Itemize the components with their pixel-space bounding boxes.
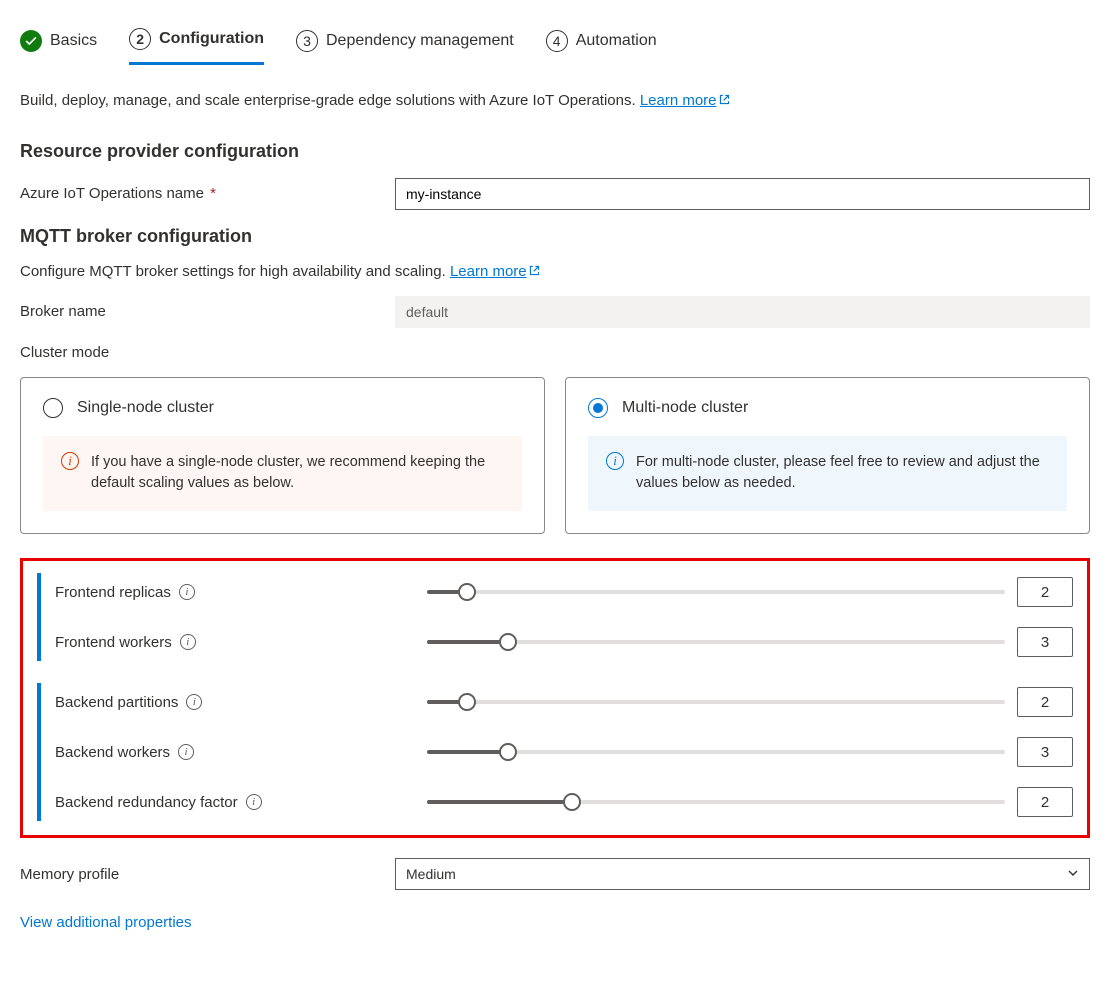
- info-icon[interactable]: i: [178, 744, 194, 760]
- multi-node-note: i For multi-node cluster, please feel fr…: [588, 436, 1067, 512]
- backend-redundancy-value[interactable]: 2: [1017, 787, 1073, 817]
- slider-label: Backend workers: [55, 744, 170, 761]
- frontend-workers-value[interactable]: 3: [1017, 627, 1073, 657]
- single-node-note: i If you have a single-node cluster, we …: [43, 436, 522, 512]
- frontend-replicas-row: Frontend replicas i 2: [55, 577, 1073, 607]
- multi-node-card[interactable]: Multi-node cluster i For multi-node clus…: [565, 377, 1090, 535]
- single-node-card[interactable]: Single-node cluster i If you have a sing…: [20, 377, 545, 535]
- radio-icon[interactable]: [588, 398, 608, 418]
- backend-partitions-row: Backend partitions i 2: [55, 687, 1073, 717]
- backend-workers-row: Backend workers i 3: [55, 737, 1073, 767]
- backend-slider-group: Backend partitions i 2 Backend workers i 3…: [37, 683, 1073, 821]
- tab-dependency-management[interactable]: 3 Dependency management: [296, 22, 514, 64]
- page-description: Build, deploy, manage, and scale enterpr…: [20, 90, 1090, 113]
- step-number-icon: 2: [129, 28, 151, 50]
- broker-name-label: Broker name: [20, 303, 395, 320]
- tab-label: Dependency management: [326, 32, 514, 50]
- backend-partitions-slider[interactable]: [427, 693, 1005, 711]
- slider-label: Backend redundancy factor: [55, 794, 238, 811]
- tab-basics[interactable]: Basics: [20, 22, 97, 64]
- check-icon: [20, 30, 42, 52]
- mqtt-title: MQTT broker configuration: [20, 226, 1090, 247]
- mqtt-description: Configure MQTT broker settings for high …: [20, 263, 1090, 280]
- learn-more-link[interactable]: Learn more: [640, 92, 731, 109]
- broker-name-input: [395, 296, 1090, 328]
- frontend-workers-slider[interactable]: [427, 633, 1005, 651]
- cluster-mode-label: Cluster mode: [20, 344, 1090, 361]
- cluster-card-label: Single-node cluster: [77, 399, 214, 417]
- resource-provider-title: Resource provider configuration: [20, 141, 1090, 162]
- info-icon: i: [61, 452, 79, 470]
- info-icon[interactable]: i: [179, 584, 195, 600]
- step-number-icon: 4: [546, 30, 568, 52]
- memory-profile-label: Memory profile: [20, 866, 395, 883]
- tab-automation[interactable]: 4 Automation: [546, 22, 657, 64]
- wizard-tabs: Basics 2 Configuration 3 Dependency mana…: [20, 20, 1090, 66]
- frontend-workers-row: Frontend workers i 3: [55, 627, 1073, 657]
- scaling-sliders-highlight: Frontend replicas i 2 Frontend workers i 3…: [20, 558, 1090, 838]
- backend-workers-slider[interactable]: [427, 743, 1005, 761]
- slider-label: Frontend replicas: [55, 584, 171, 601]
- cluster-card-label: Multi-node cluster: [622, 399, 748, 417]
- iot-name-label: Azure IoT Operations name *: [20, 185, 395, 202]
- external-link-icon: [718, 93, 731, 106]
- memory-profile-select[interactable]: Medium: [395, 858, 1090, 890]
- tab-label: Basics: [50, 32, 97, 50]
- info-icon[interactable]: i: [186, 694, 202, 710]
- radio-icon[interactable]: [43, 398, 63, 418]
- frontend-slider-group: Frontend replicas i 2 Frontend workers i 3: [37, 573, 1073, 661]
- info-icon[interactable]: i: [246, 794, 262, 810]
- view-additional-link[interactable]: View additional properties: [20, 914, 1090, 931]
- external-link-icon: [528, 264, 541, 277]
- cluster-mode-options: Single-node cluster i If you have a sing…: [20, 377, 1090, 535]
- select-value: Medium: [406, 866, 456, 882]
- backend-partitions-value[interactable]: 2: [1017, 687, 1073, 717]
- info-icon: i: [606, 452, 624, 470]
- tab-label: Configuration: [159, 30, 264, 48]
- slider-label: Backend partitions: [55, 694, 178, 711]
- chevron-down-icon: [1067, 866, 1079, 882]
- backend-workers-value[interactable]: 3: [1017, 737, 1073, 767]
- step-number-icon: 3: [296, 30, 318, 52]
- tab-configuration[interactable]: 2 Configuration: [129, 20, 264, 65]
- backend-redundancy-slider[interactable]: [427, 793, 1005, 811]
- tab-label: Automation: [576, 32, 657, 50]
- learn-more-link[interactable]: Learn more: [450, 263, 541, 280]
- frontend-replicas-value[interactable]: 2: [1017, 577, 1073, 607]
- info-icon[interactable]: i: [180, 634, 196, 650]
- slider-label: Frontend workers: [55, 634, 172, 651]
- iot-name-input[interactable]: [395, 178, 1090, 210]
- frontend-replicas-slider[interactable]: [427, 583, 1005, 601]
- backend-redundancy-row: Backend redundancy factor i 2: [55, 787, 1073, 817]
